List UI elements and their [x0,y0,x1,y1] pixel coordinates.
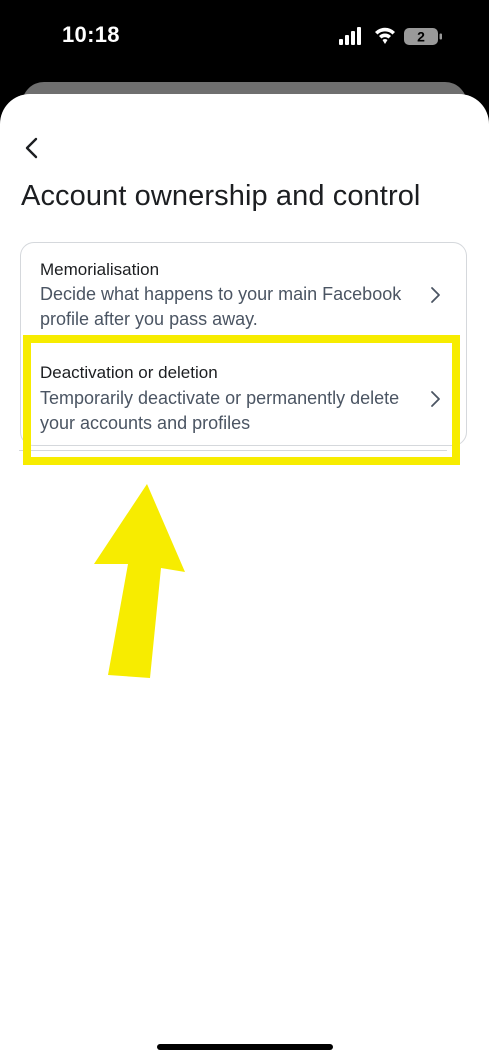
option-title: Deactivation or deletion [40,363,218,382]
option-description: Decide what happens to your main Faceboo… [40,284,402,329]
page-title: Account ownership and control [21,180,421,212]
option-description: Temporarily deactivate or permanently de… [40,388,400,433]
home-indicator [157,1044,333,1050]
status-icons: 2 [339,24,449,50]
battery-level: 2 [417,29,425,45]
option-title: Memorialisation [40,260,160,279]
battery-icon: 2 [404,28,442,45]
cellular-signal-icon [339,27,361,45]
options-card: Memorialisation Decide what happens to y… [20,242,467,446]
status-bar: 10:18 2 [0,0,489,80]
deactivation-deletion-option[interactable]: Deactivation or deletion Temporarily dea… [21,345,466,447]
chevron-left-icon [25,137,38,159]
settings-sheet: Account ownership and control Memorialis… [0,94,489,1060]
wifi-icon [375,27,395,44]
row-divider [19,450,447,451]
memorialisation-option[interactable]: Memorialisation Decide what happens to y… [21,243,466,345]
chevron-right-icon [431,391,440,407]
status-time: 10:18 [62,22,120,47]
chevron-right-icon [431,287,440,303]
back-button[interactable] [14,130,50,166]
